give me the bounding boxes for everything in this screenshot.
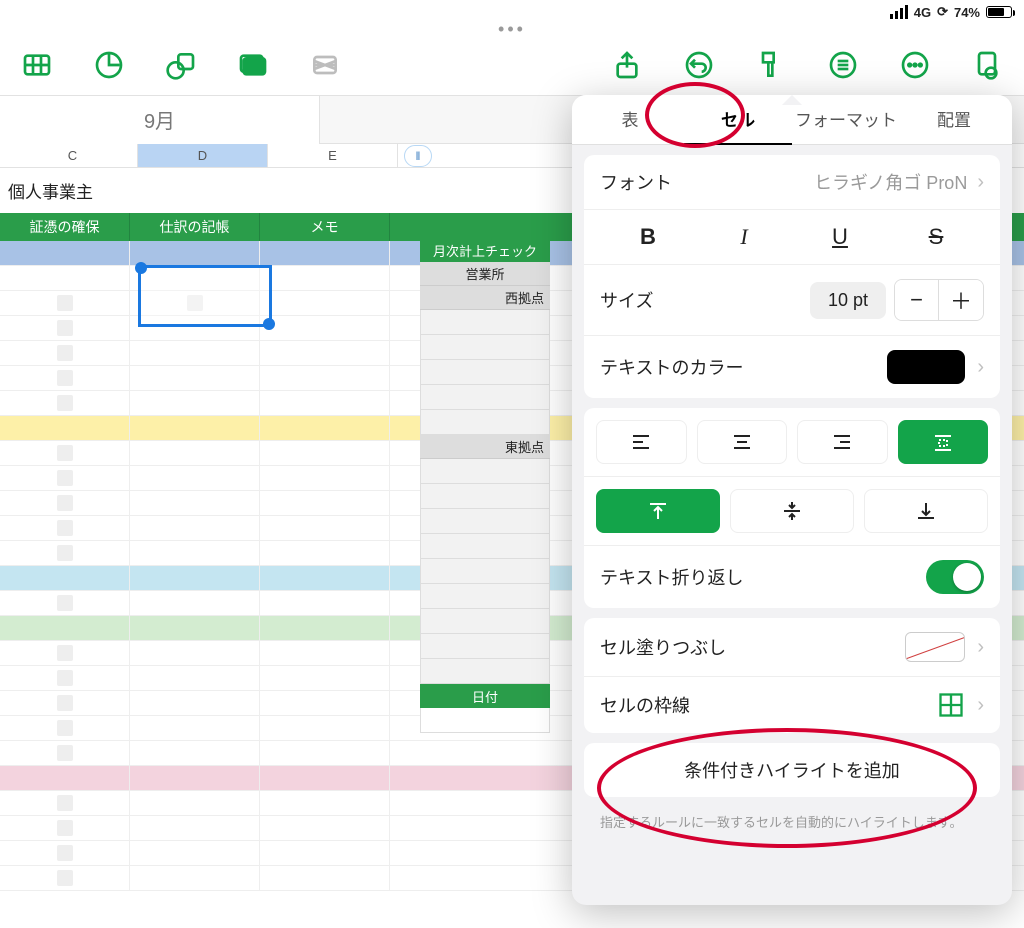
table-icon[interactable]: [18, 46, 56, 84]
table2-r3[interactable]: 東拠点: [420, 435, 550, 459]
chart-icon[interactable]: [90, 46, 128, 84]
align-auto-button[interactable]: [898, 420, 989, 464]
chevron-icon: ›: [977, 356, 984, 379]
more-icon[interactable]: [896, 46, 934, 84]
shape-icon[interactable]: [162, 46, 200, 84]
insert-column-handle[interactable]: ‖: [404, 145, 432, 167]
align-right-button[interactable]: [797, 420, 888, 464]
font-row[interactable]: フォント ヒラギノ角ゴ ProN ›: [584, 155, 1000, 210]
nofill-swatch[interactable]: [905, 632, 965, 662]
chevron-icon: ›: [977, 171, 984, 194]
list-icon[interactable]: [824, 46, 862, 84]
textcolor-row[interactable]: テキストのカラー ›: [584, 336, 1000, 398]
border-row[interactable]: セルの枠線 ›: [584, 677, 1000, 733]
align-left-button[interactable]: [596, 420, 687, 464]
sheet-tab-active[interactable]: 9月: [0, 96, 320, 144]
valign-row: [584, 477, 1000, 546]
table2-r1[interactable]: 営業所: [420, 262, 550, 286]
tab-arrange[interactable]: 配置: [900, 95, 1008, 145]
fill-row[interactable]: セル塗りつぶし ›: [584, 618, 1000, 677]
size-label: サイズ: [600, 287, 653, 313]
size-minus-button[interactable]: −: [895, 280, 939, 320]
table2-header[interactable]: 月次計上チェック: [420, 238, 550, 262]
valign-bottom-button[interactable]: [864, 489, 988, 533]
more-dots-icon[interactable]: •••: [0, 24, 1024, 34]
col-c[interactable]: C: [8, 144, 138, 167]
bold-button[interactable]: B: [600, 224, 696, 250]
wrap-row: テキスト折り返し: [584, 546, 1000, 608]
network-label: 4G: [914, 5, 931, 20]
highlight-hint: 指定するルールに一致するセルを自動的にハイライトします。: [584, 807, 1000, 853]
strike-button[interactable]: S: [888, 224, 984, 250]
valign-top-button[interactable]: [596, 489, 720, 533]
toolbar: [0, 34, 1024, 96]
signal-icon: [890, 5, 908, 19]
textcolor-swatch[interactable]: [887, 350, 965, 384]
halign-row: [584, 408, 1000, 477]
tab-cell[interactable]: セル: [684, 95, 792, 145]
battery-pct: 74%: [954, 5, 980, 20]
size-row: サイズ 10 pt − ＋: [584, 265, 1000, 336]
italic-button[interactable]: I: [696, 224, 792, 250]
table2[interactable]: 月次計上チェック 営業所 西拠点 東拠点 日付: [420, 238, 550, 733]
table2-r4[interactable]: 日付: [420, 684, 550, 708]
tab-table[interactable]: 表: [576, 95, 684, 145]
wrap-toggle[interactable]: [926, 560, 984, 594]
col-d[interactable]: D: [138, 144, 268, 167]
undo-icon[interactable]: [680, 46, 718, 84]
col-e[interactable]: E: [268, 144, 398, 167]
textcolor-label: テキストのカラー: [600, 354, 743, 380]
size-value[interactable]: 10 pt: [810, 282, 886, 319]
valign-middle-button[interactable]: [730, 489, 854, 533]
share-icon[interactable]: [608, 46, 646, 84]
texture-icon: [306, 46, 344, 84]
border-label: セルの枠線: [600, 692, 690, 718]
panel-tabs: 表 セル フォーマット 配置: [572, 95, 1012, 145]
header-a[interactable]: 証憑の確保: [0, 213, 130, 241]
document-icon[interactable]: [968, 46, 1006, 84]
style-row: B I U S: [584, 210, 1000, 265]
battery-icon: [986, 6, 1012, 18]
header-b[interactable]: 仕訳の記帳: [130, 213, 260, 241]
tab-format[interactable]: フォーマット: [792, 95, 900, 145]
font-label: フォント: [600, 169, 672, 195]
chevron-icon: ›: [977, 636, 984, 659]
size-plus-button[interactable]: ＋: [939, 280, 983, 320]
fill-label: セル塗りつぶし: [600, 634, 726, 660]
border-icon: [937, 691, 965, 719]
font-value: ヒラギノ角ゴ ProN: [814, 169, 967, 195]
media-icon[interactable]: [234, 46, 272, 84]
underline-button[interactable]: U: [792, 224, 888, 250]
wrap-label: テキスト折り返し: [600, 564, 743, 590]
header-c[interactable]: メモ: [260, 213, 390, 241]
format-panel: 表 セル フォーマット 配置 フォント ヒラギノ角ゴ ProN › B I U …: [572, 95, 1012, 905]
lock-icon: ⟳: [937, 4, 948, 20]
cell-selection[interactable]: [138, 265, 272, 327]
align-center-button[interactable]: [697, 420, 788, 464]
add-highlight-button[interactable]: 条件付きハイライトを追加: [584, 743, 1000, 797]
format-brush-icon[interactable]: [752, 46, 790, 84]
table2-r2[interactable]: 西拠点: [420, 286, 550, 310]
chevron-icon: ›: [977, 694, 984, 717]
